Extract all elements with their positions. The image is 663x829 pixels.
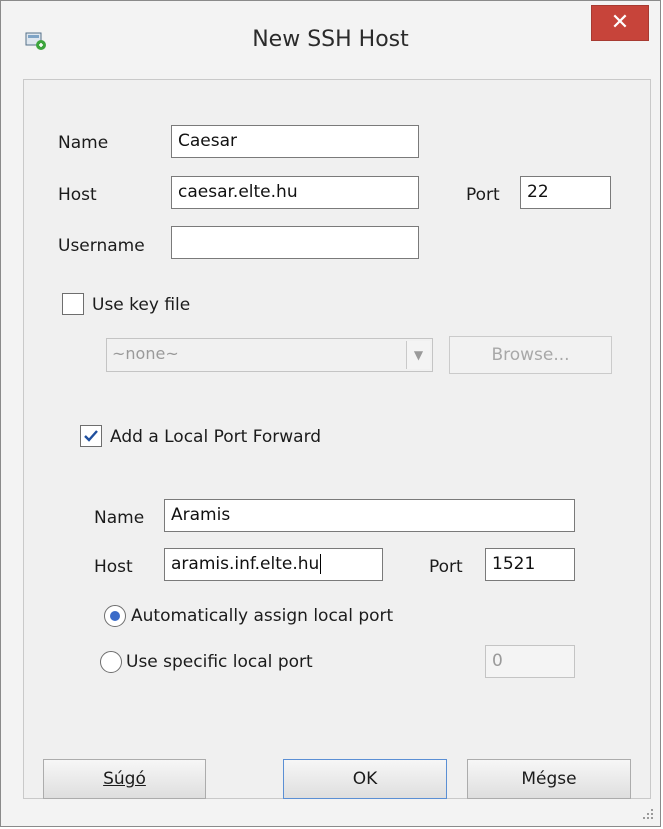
ok-button[interactable]: OK bbox=[283, 759, 447, 799]
specific-port-radio[interactable] bbox=[100, 651, 122, 673]
name-field[interactable]: Caesar bbox=[171, 125, 419, 158]
checkmark-icon bbox=[84, 430, 98, 442]
browse-button[interactable]: Browse... bbox=[449, 336, 612, 374]
forward-name-label: Name bbox=[94, 508, 145, 528]
specific-port-field[interactable]: 0 bbox=[485, 645, 575, 678]
port-field[interactable]: 22 bbox=[520, 176, 611, 209]
host-label: Host bbox=[58, 185, 97, 205]
forward-port-label: Port bbox=[429, 557, 463, 577]
username-field[interactable] bbox=[171, 226, 419, 259]
host-field[interactable]: caesar.elte.hu bbox=[171, 176, 419, 209]
dialog-window: New SSH Host ✕ Name Caesar Host caesar.e… bbox=[0, 0, 661, 827]
specific-port-label: Use specific local port bbox=[126, 652, 313, 672]
key-file-combo-value: ~none~ bbox=[112, 344, 179, 363]
name-label: Name bbox=[58, 133, 109, 153]
cancel-button[interactable]: Mégse bbox=[467, 759, 631, 799]
title-bar: New SSH Host ✕ bbox=[1, 1, 660, 77]
use-key-file-checkbox[interactable] bbox=[62, 293, 84, 315]
local-port-forward-label: Add a Local Port Forward bbox=[110, 427, 322, 447]
use-key-file-label: Use key file bbox=[92, 295, 191, 315]
radio-selected-dot bbox=[110, 611, 120, 621]
forward-host-label: Host bbox=[94, 557, 133, 577]
forward-name-field[interactable]: Aramis bbox=[164, 499, 575, 532]
key-file-combo[interactable]: ~none~ ▼ bbox=[106, 338, 433, 372]
forward-port-field[interactable]: 1521 bbox=[485, 548, 575, 581]
text-caret bbox=[320, 554, 322, 574]
auto-assign-port-radio[interactable] bbox=[104, 605, 126, 627]
close-button[interactable]: ✕ bbox=[591, 5, 649, 41]
help-button[interactable]: Súgó bbox=[43, 759, 206, 799]
close-icon: ✕ bbox=[610, 10, 630, 35]
auto-assign-port-label: Automatically assign local port bbox=[131, 606, 394, 626]
forward-host-value: aramis.inf.elte.hu bbox=[171, 554, 320, 574]
window-title: New SSH Host bbox=[252, 27, 409, 52]
forward-host-field[interactable]: aramis.inf.elte.hu bbox=[164, 548, 383, 581]
resize-grip-icon[interactable] bbox=[640, 806, 654, 820]
help-button-label: Súgó bbox=[103, 769, 146, 789]
chevron-down-icon: ▼ bbox=[406, 341, 430, 369]
port-label: Port bbox=[466, 185, 500, 205]
username-label: Username bbox=[58, 236, 145, 256]
local-port-forward-checkbox[interactable] bbox=[80, 425, 102, 447]
